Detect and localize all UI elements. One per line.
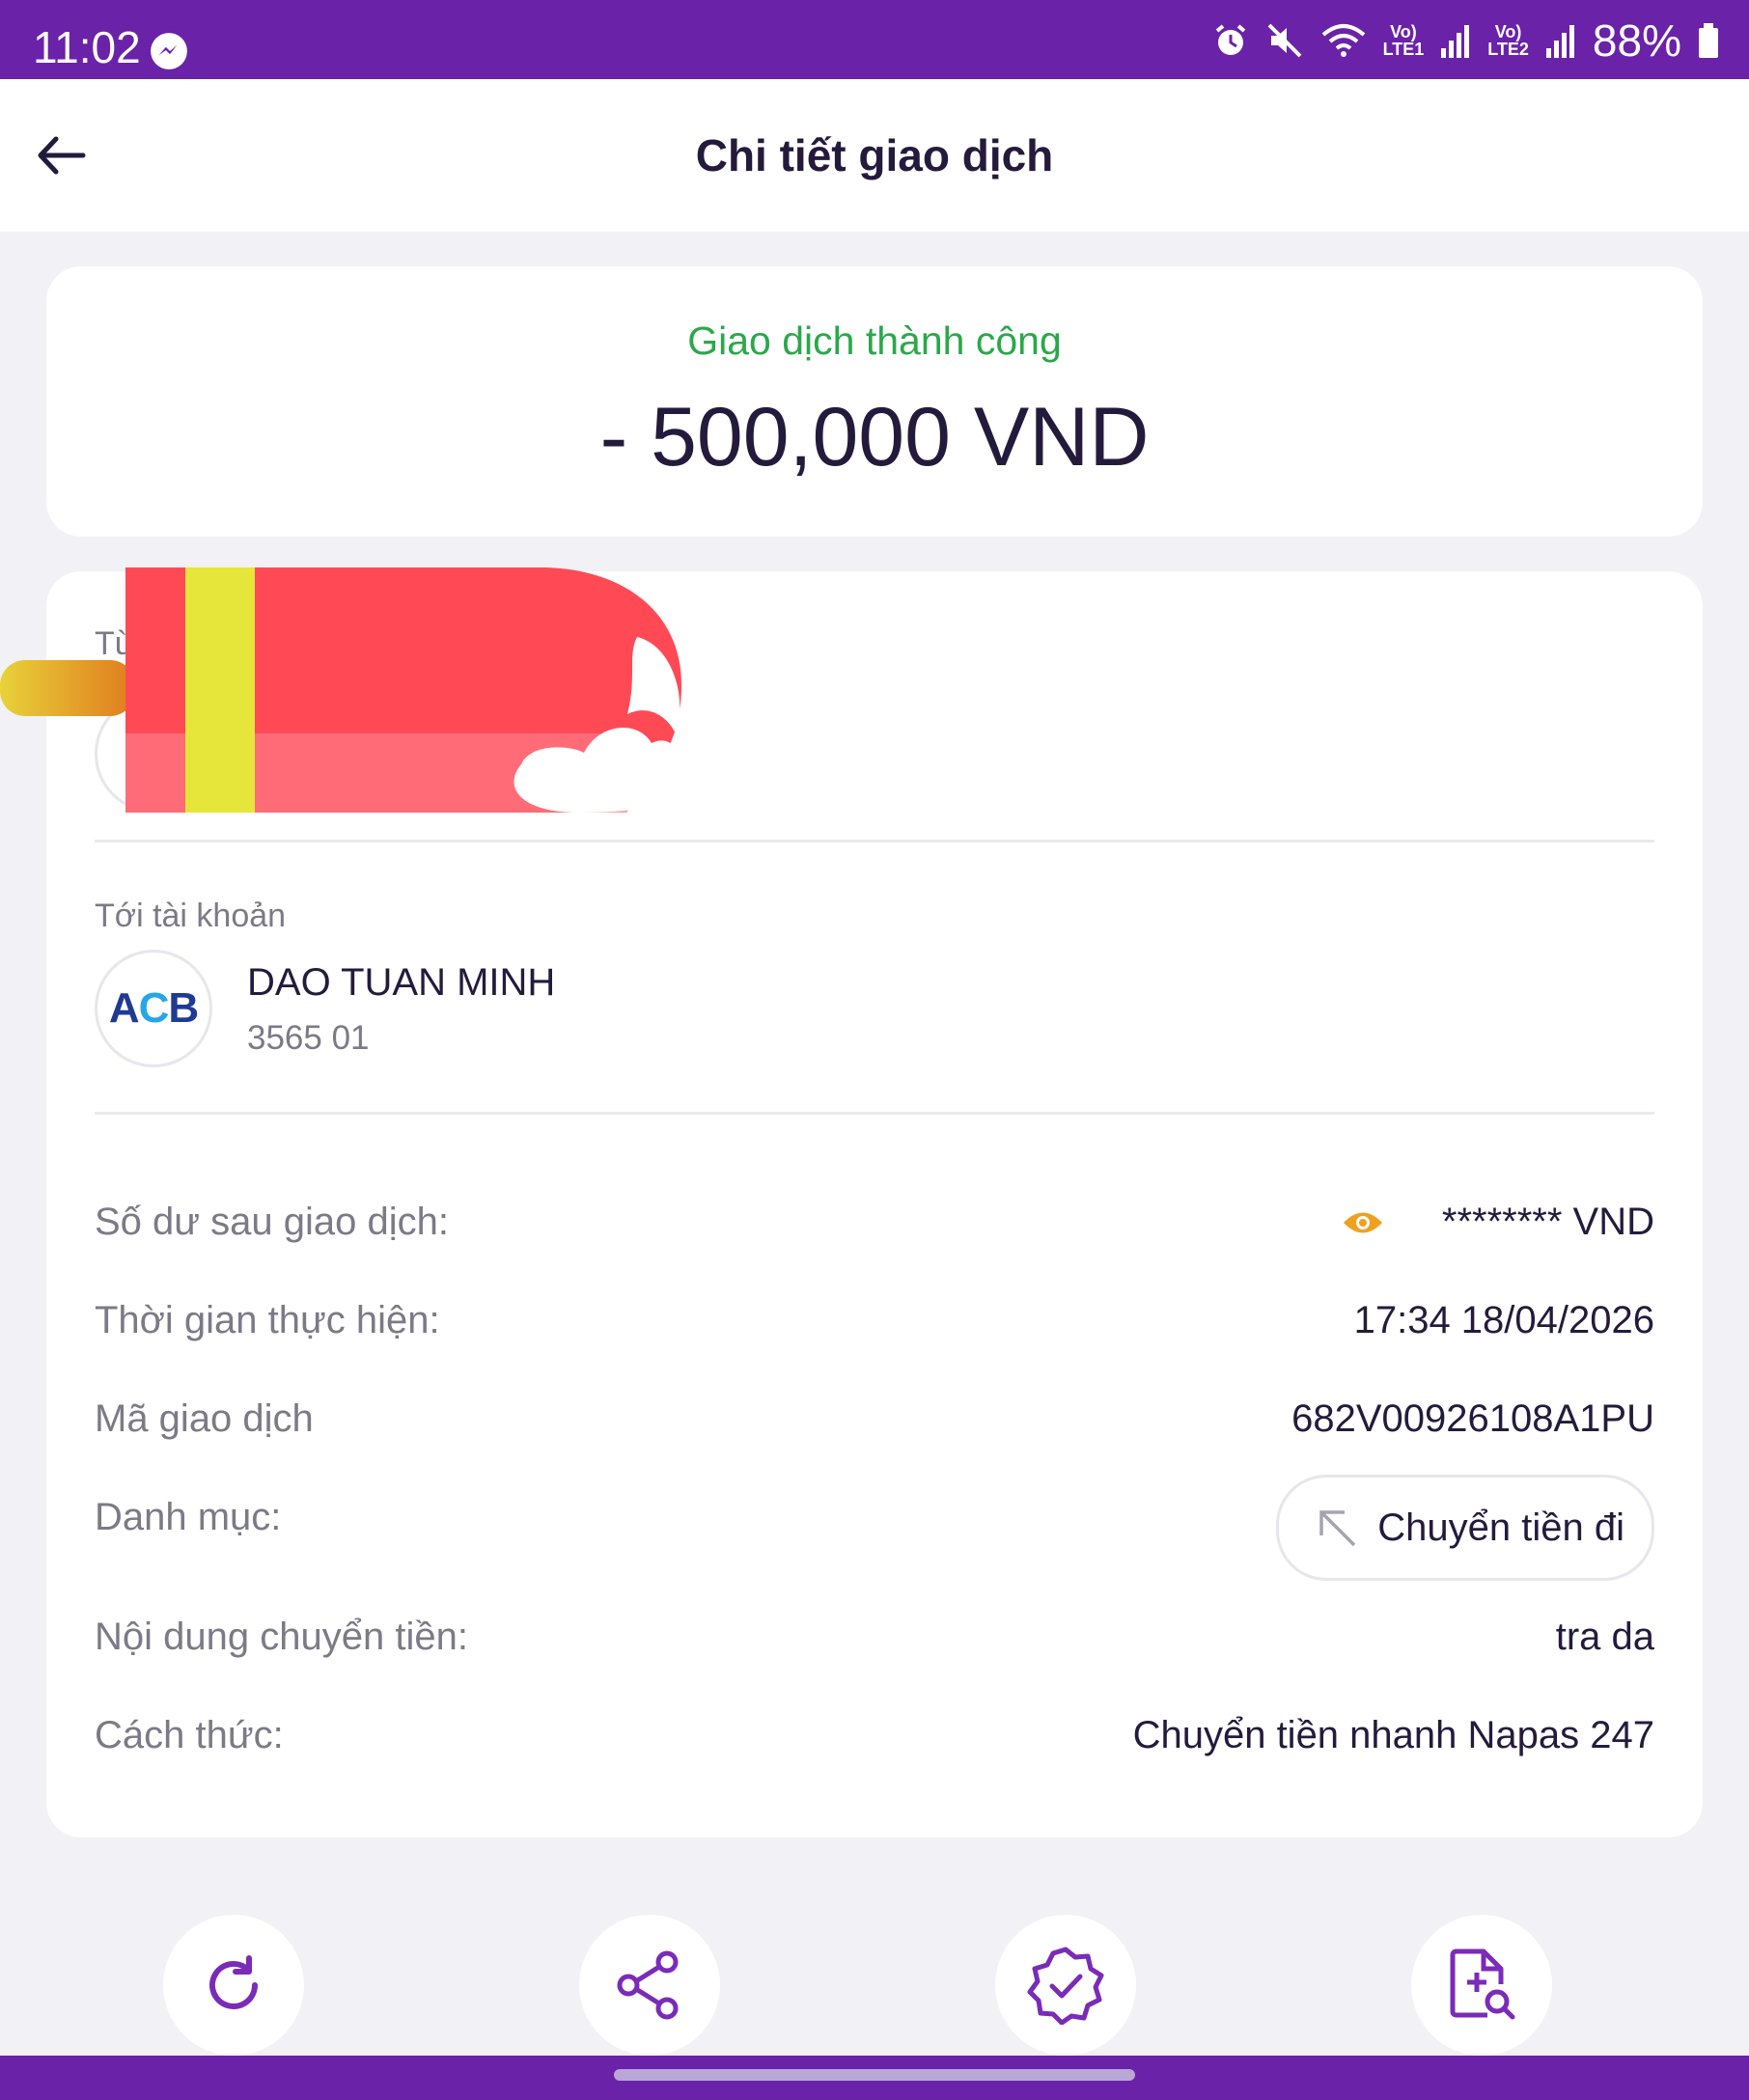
refresh-icon bbox=[209, 1955, 258, 2009]
time-value: 17:34 18/04/2026 bbox=[1353, 1299, 1654, 1341]
battery-icon bbox=[1699, 23, 1718, 58]
signal-icon bbox=[1441, 25, 1470, 58]
balance-value: ******** VND bbox=[1441, 1201, 1654, 1243]
recipient-account: 3565 01 bbox=[247, 1019, 370, 1057]
category-label: Danh mục: bbox=[95, 1496, 282, 1538]
sim2-indicator: Vo) LTE2 bbox=[1487, 23, 1529, 58]
page-title: Chi tiết giao dịch bbox=[695, 130, 1054, 180]
category-value: Chuyển tiền đi bbox=[1377, 1506, 1624, 1549]
alarm-icon bbox=[1215, 24, 1245, 55]
method-value: Chuyển tiền nhanh Napas 247 bbox=[1132, 1714, 1654, 1756]
time-label: Thời gian thực hiện: bbox=[95, 1299, 440, 1341]
status-bar: 11:02 Vo) LTE1 Vo) LTE2 88% bbox=[0, 0, 1749, 79]
popsicle-sticker bbox=[0, 567, 681, 813]
app-header: Chi tiết giao dịch bbox=[0, 79, 1749, 232]
verified-badge-icon bbox=[1027, 1947, 1104, 2025]
sim1-indicator: Vo) LTE1 bbox=[1383, 23, 1425, 58]
code-label: Mã giao dịch bbox=[95, 1397, 314, 1440]
method-label: Cách thức: bbox=[95, 1714, 284, 1756]
repeat-transaction-button[interactable] bbox=[163, 1915, 304, 2056]
battery-percent: 88% bbox=[1592, 15, 1681, 66]
code-value: 682V00926108A1PU bbox=[1291, 1397, 1654, 1440]
wifi-icon bbox=[1321, 24, 1365, 57]
bank-logo-a: A bbox=[108, 984, 140, 1032]
mute-icon bbox=[1267, 23, 1301, 58]
details-card: Từ Tới tài khoản ACB DAO TUAN MINH 3565 … bbox=[0, 567, 1703, 1838]
sim2-lte: LTE2 bbox=[1487, 40, 1529, 59]
sim1-lte: LTE1 bbox=[1382, 40, 1425, 59]
transaction-status: Giao dịch thành công bbox=[687, 318, 1062, 363]
divider bbox=[95, 840, 1654, 843]
signal-icon bbox=[1545, 25, 1574, 58]
messenger-icon bbox=[151, 33, 187, 69]
share-button[interactable] bbox=[579, 1915, 720, 2056]
verify-button[interactable] bbox=[995, 1915, 1136, 2056]
balance-label: Số dư sau giao dịch: bbox=[95, 1201, 450, 1243]
transaction-amount: - 500,000 VND bbox=[599, 391, 1150, 484]
sim1-volte: Vo) bbox=[1390, 22, 1417, 41]
share-icon bbox=[617, 1950, 679, 2020]
content-value: tra da bbox=[1555, 1616, 1654, 1658]
system-nav-bar bbox=[0, 2056, 1749, 2100]
bank-logo: ACB bbox=[95, 950, 212, 1067]
content-label: Nội dung chuyển tiền: bbox=[95, 1616, 468, 1658]
divider bbox=[95, 1112, 1654, 1115]
summary-card: Giao dịch thành công - 500,000 VND bbox=[46, 266, 1703, 537]
document-lookup-button[interactable] bbox=[1411, 1915, 1552, 2056]
bank-logo-c: C bbox=[138, 984, 170, 1032]
category-chip[interactable]: Chuyển tiền đi bbox=[1276, 1475, 1654, 1581]
document-search-icon bbox=[1450, 1948, 1515, 2020]
status-time: 11:02 bbox=[33, 22, 141, 72]
home-gesture-handle[interactable] bbox=[614, 2069, 1135, 2081]
to-account-label: Tới tài khoản bbox=[95, 898, 287, 934]
eye-icon[interactable] bbox=[1342, 1208, 1384, 1237]
sim2-volte: Vo) bbox=[1494, 22, 1522, 41]
bank-logo-b: B bbox=[168, 984, 199, 1032]
arrow-up-left-icon bbox=[1319, 1510, 1356, 1547]
recipient-name: DAO TUAN MINH bbox=[247, 961, 556, 1004]
